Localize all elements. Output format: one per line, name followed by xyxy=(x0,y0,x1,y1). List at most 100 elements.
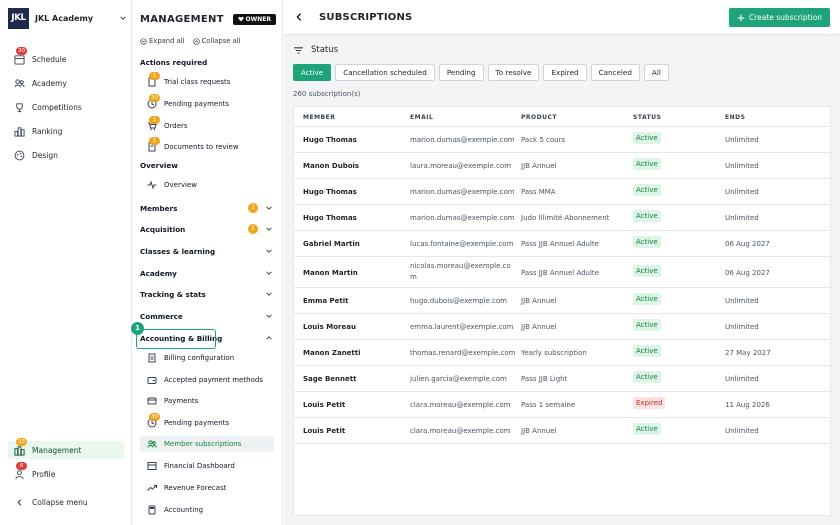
expand-all-button[interactable]: Expand all xyxy=(140,37,185,45)
nav-item-profile[interactable]: 6 Profile xyxy=(12,462,124,483)
status-cell: Active xyxy=(633,132,661,144)
page-title: SUBSCRIPTIONS xyxy=(319,12,413,23)
financial-dashboard-item[interactable]: Financial Dashboard xyxy=(146,458,274,474)
table-row[interactable]: Manon Dubois laura.moreau@exemple.com JJ… xyxy=(294,153,830,179)
table-row[interactable]: Louis Petit clara.moreau@exemple.com Pas… xyxy=(294,392,830,418)
trial-class-requests-item[interactable]: 1 Trial class requests xyxy=(146,72,274,90)
schedule-badge: 30 xyxy=(16,47,27,55)
overview-item[interactable]: Overview xyxy=(146,177,274,193)
filter-expired[interactable]: Expired xyxy=(543,64,587,81)
document-icon: 1 xyxy=(146,72,160,88)
email-cell: thomas.renard@exemple.com xyxy=(410,349,516,357)
column-header-email[interactable]: EMAIL xyxy=(410,114,433,121)
ends-cell: Unlimited xyxy=(725,375,759,383)
documents-to-review-item[interactable]: 1 Documents to review xyxy=(146,137,274,155)
nav-item-ranking[interactable]: Ranking xyxy=(12,122,124,140)
back-button[interactable] xyxy=(293,11,305,23)
column-header-status[interactable]: STATUS xyxy=(633,114,661,121)
email-cell: julien.garcia@exemple.com xyxy=(410,375,507,383)
product-cell: JJB Annuel xyxy=(521,162,557,170)
table-row[interactable]: Manon Zanetti thomas.renard@exemple.com … xyxy=(294,340,830,366)
actions-required-title: Actions required xyxy=(140,58,208,67)
group-commerce[interactable]: Commerce xyxy=(140,309,274,323)
group-academy[interactable]: Academy xyxy=(140,266,274,280)
filter-cancellation-scheduled[interactable]: Cancellation scheduled xyxy=(335,64,435,81)
badge: 1 xyxy=(149,116,160,124)
filter-to-resolve[interactable]: To resolve xyxy=(487,64,540,81)
table-row[interactable]: Manon Martin nicolas.moreau@exemple.co m… xyxy=(294,257,830,288)
table-row[interactable]: Hugo Thomas marion.dumas@exemple.com Pas… xyxy=(294,179,830,205)
group-label: Tracking & stats xyxy=(140,289,206,299)
accounting-item[interactable]: Accounting xyxy=(146,502,274,518)
column-header-ends[interactable]: ENDS xyxy=(725,114,745,121)
group-label: Members xyxy=(140,203,178,213)
payments-item[interactable]: Payments xyxy=(146,393,274,409)
nav-item-design[interactable]: Design xyxy=(12,146,124,164)
member-subscriptions-item[interactable]: Member subscriptions xyxy=(140,436,274,452)
group-classes-learning[interactable]: Classes & learning xyxy=(140,244,274,258)
pending-payments-billing-item[interactable]: 30 Pending payments xyxy=(146,413,274,431)
filter-canceled[interactable]: Canceled xyxy=(590,64,640,81)
chevron-down-icon xyxy=(264,224,274,234)
nav-label: Schedule xyxy=(32,54,67,64)
group-badge: 1 xyxy=(248,224,258,234)
status-badge: Active xyxy=(633,184,661,196)
pending-payments-item[interactable]: 30 Pending payments xyxy=(146,94,274,112)
filter-pending[interactable]: Pending xyxy=(438,64,484,81)
group-acquisition[interactable]: Acquisition 1 xyxy=(140,222,274,236)
group-tracking-stats[interactable]: Tracking & stats xyxy=(140,287,274,301)
table-row[interactable]: Louis Moreau emma.laurent@exemple.com JJ… xyxy=(294,314,830,340)
nav-item-management[interactable]: 33 Management xyxy=(8,438,124,459)
create-subscription-button[interactable]: Create subscription xyxy=(728,8,830,27)
org-switcher[interactable]: JKL JKL Academy xyxy=(8,7,128,29)
accepted-payment-methods-item[interactable]: Accepted payment methods xyxy=(146,372,274,388)
group-members[interactable]: Members 1 xyxy=(140,201,274,215)
nav-item-academy[interactable]: Academy xyxy=(12,74,124,92)
column-header-member[interactable]: MEMBER xyxy=(303,114,335,121)
chevron-down-icon xyxy=(118,13,128,23)
trend-icon xyxy=(146,482,158,494)
billing-configuration-item[interactable]: Billing configuration xyxy=(146,350,274,366)
group-label: Academy xyxy=(140,268,177,278)
collapse-all-button[interactable]: Collapse all xyxy=(192,37,241,45)
management-icon: 33 xyxy=(12,438,27,457)
nav-item-competitions[interactable]: Competitions xyxy=(12,98,124,116)
ends-cell: 27 May 2027 xyxy=(725,349,771,357)
table-row[interactable]: Sage Bennett julien.garcia@exemple.com P… xyxy=(294,366,830,392)
filter-all[interactable]: All xyxy=(643,64,669,81)
email-cell: marion.dumas@exemple.com xyxy=(410,214,515,222)
create-subscription-label: Create subscription xyxy=(748,13,822,22)
top-bar: SUBSCRIPTIONS Create subscription xyxy=(284,0,840,35)
expand-icon xyxy=(140,37,147,45)
user-icon: 6 xyxy=(12,462,27,481)
status-badge: Active xyxy=(633,265,661,277)
status-filters: Active Cancellation scheduled Pending To… xyxy=(293,64,669,81)
item-label: Overview xyxy=(164,181,197,189)
collapse-menu-button[interactable]: Collapse menu xyxy=(12,493,124,511)
table-row[interactable]: Gabriel Martin lucas.fontaine@exemple.co… xyxy=(294,231,830,257)
table-row[interactable]: Louis Petit clara.moreau@exemple.com JJB… xyxy=(294,418,830,444)
table-row[interactable]: Emma Petit hugo.dubois@exemple.com JJB A… xyxy=(294,288,830,314)
table-row[interactable]: Hugo Thomas marion.dumas@exemple.com Pac… xyxy=(294,127,830,153)
status-badge: Active xyxy=(633,345,661,357)
badge: 1 xyxy=(149,72,160,80)
cart-icon: 1 xyxy=(146,116,160,132)
nav-label: Management xyxy=(32,445,82,455)
badge: 1 xyxy=(149,137,160,145)
highlight-box xyxy=(136,329,216,349)
member-cell: Hugo Thomas xyxy=(303,188,357,196)
column-header-product[interactable]: PRODUCT xyxy=(521,114,557,121)
dashboard-icon xyxy=(146,460,158,472)
table-row[interactable]: Hugo Thomas marion.dumas@exemple.com Jud… xyxy=(294,205,830,231)
member-cell: Manon Dubois xyxy=(303,162,360,170)
item-label: Payments xyxy=(164,397,199,405)
member-cell: Louis Moreau xyxy=(303,323,356,331)
nav-item-schedule[interactable]: 30 Schedule xyxy=(12,47,124,68)
revenue-forecast-item[interactable]: Revenue Forecast xyxy=(146,480,274,496)
orders-item[interactable]: 1 Orders xyxy=(146,116,274,134)
status-cell: Active xyxy=(633,184,661,196)
group-label: Classes & learning xyxy=(140,246,216,256)
item-label: Pending payments xyxy=(164,419,230,427)
filter-active[interactable]: Active xyxy=(293,64,332,81)
ends-cell: 06 Aug 2027 xyxy=(725,269,770,277)
